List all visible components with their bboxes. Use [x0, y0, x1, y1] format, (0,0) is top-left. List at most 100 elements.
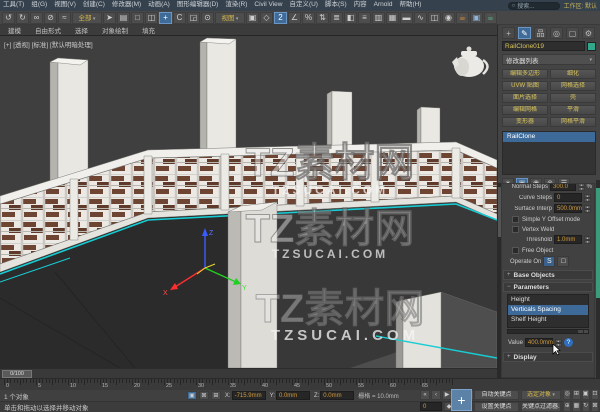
named-selection-icon[interactable]: ≣: [330, 12, 343, 24]
set-key-button[interactable]: 设置关键点: [474, 402, 519, 412]
scene-explorer-icon[interactable]: ▥: [372, 12, 385, 24]
select-rotate-icon[interactable]: C: [173, 12, 186, 24]
select-link-icon[interactable]: ∞: [30, 12, 43, 24]
ribbon-tab[interactable]: 选择: [75, 25, 88, 35]
current-frame-field[interactable]: 0: [420, 402, 442, 411]
select-place-icon[interactable]: ⊙: [201, 12, 214, 24]
operate-on-spline-button[interactable]: S: [543, 256, 555, 267]
select-scale-icon[interactable]: ◲: [187, 12, 200, 24]
rollout-left-scrollbar[interactable]: [498, 183, 501, 378]
modifier-button[interactable]: 细化: [550, 69, 596, 79]
absolute-mode-icon[interactable]: ⊞: [211, 391, 221, 400]
normal-steps-spinner[interactable]: ▲▼: [578, 183, 584, 191]
vertex-weld-checkbox[interactable]: [512, 226, 519, 233]
tab-modify[interactable]: ✎: [518, 27, 531, 39]
normal-steps-field[interactable]: 300.0: [550, 183, 576, 191]
menu-item[interactable]: 脚本(S): [325, 2, 347, 9]
viewport-label[interactable]: [+] [透视] [标准] [默认明暗处理]: [4, 39, 93, 49]
fov-icon[interactable]: ⊕: [563, 401, 571, 412]
use-pivot-icon[interactable]: ▣: [246, 12, 259, 24]
menu-item[interactable]: 自定义(U): [289, 2, 318, 9]
material-editor-icon[interactable]: ◉: [442, 12, 455, 24]
percent-snap-icon[interactable]: %: [302, 12, 315, 24]
layer-manager-icon[interactable]: ▦: [386, 12, 399, 24]
curve-editor-icon[interactable]: ∿: [414, 12, 427, 24]
isolate-selection-icon[interactable]: ▣: [187, 391, 197, 400]
curve-steps-field[interactable]: 0: [554, 193, 582, 202]
modifier-button[interactable]: UVW 贴图: [502, 81, 548, 91]
parameter-item[interactable]: Shelf Height: [508, 315, 588, 325]
select-by-name-icon[interactable]: ▤: [117, 12, 130, 24]
threshold-spinner[interactable]: ▲▼: [584, 236, 591, 244]
schematic-view-icon[interactable]: ◫: [428, 12, 441, 24]
modifier-button[interactable]: 变形器: [502, 117, 548, 127]
window-crossing-icon[interactable]: ◫: [145, 12, 158, 24]
modifier-stack-item[interactable]: RailClone: [503, 132, 595, 142]
zoom-extents-icon[interactable]: ▣: [582, 389, 590, 400]
modifier-button[interactable]: 编辑网格: [502, 105, 548, 115]
select-object-icon[interactable]: ➤: [103, 12, 116, 24]
simple-y-offset-checkbox[interactable]: [512, 216, 519, 223]
time-slider-handle[interactable]: 0/100: [2, 370, 32, 378]
bind-space-warp-icon[interactable]: ≈: [58, 12, 71, 24]
modifier-button[interactable]: 面片选择: [502, 93, 548, 103]
object-color-swatch[interactable]: [587, 42, 596, 51]
rect-selection-region-icon[interactable]: □: [131, 12, 144, 24]
ribbon-tab[interactable]: 对象绘制: [102, 25, 128, 35]
surface-interp-spinner[interactable]: ▲▼: [584, 205, 591, 213]
help-icon[interactable]: ?: [564, 338, 573, 347]
rollout-display[interactable]: + Display: [503, 352, 593, 362]
align-icon[interactable]: ≡: [358, 12, 371, 24]
auto-key-button[interactable]: 自动关键点: [474, 390, 519, 400]
modifier-list-dropdown[interactable]: 修改器列表 ▾: [502, 54, 596, 65]
redo-icon[interactable]: ↻: [16, 12, 29, 24]
curve-steps-spinner[interactable]: ▲▼: [584, 194, 591, 202]
parameter-item[interactable]: Height: [508, 295, 588, 305]
tab-motion[interactable]: ◎: [550, 27, 563, 39]
modifier-button[interactable]: 壳: [550, 93, 596, 103]
set-keys-button[interactable]: +: [451, 389, 472, 411]
pan-icon[interactable]: ▦: [572, 401, 580, 412]
ref-coord-dropdown[interactable]: 视图: [215, 12, 245, 24]
angle-snap-icon[interactable]: ∠: [288, 12, 301, 24]
go-to-start-button[interactable]: «: [420, 390, 430, 400]
rollout-base-objects[interactable]: + Base Objects: [503, 270, 593, 280]
spinner-snap-icon[interactable]: ⇅: [316, 12, 329, 24]
free-object-checkbox[interactable]: [512, 247, 519, 254]
surface-interp-field[interactable]: 500.0mm: [554, 204, 582, 213]
tab-display[interactable]: ▢: [566, 27, 579, 39]
ribbon-tab[interactable]: 填充: [142, 25, 155, 35]
zoom-icon[interactable]: ◎: [563, 389, 571, 400]
parameters-hscrollbar[interactable]: [507, 329, 589, 334]
z-coordinate-field[interactable]: 0.0mm: [320, 391, 354, 400]
menu-item[interactable]: 动画(A): [148, 2, 170, 9]
menu-item[interactable]: 图形编辑器(D): [177, 2, 219, 9]
unlink-selection-icon[interactable]: ⊘: [44, 12, 57, 24]
zoom-all-icon[interactable]: ⊞: [572, 389, 580, 400]
mirror-icon[interactable]: ◧: [344, 12, 357, 24]
select-manipulate-icon[interactable]: ◇: [260, 12, 273, 24]
ribbon-toggle-icon[interactable]: ▬: [400, 12, 413, 24]
rollout-parameters[interactable]: − Parameters: [503, 282, 593, 292]
render-setup-icon[interactable]: ☕: [456, 12, 469, 24]
menu-item[interactable]: Arnold: [374, 2, 393, 9]
x-coordinate-field[interactable]: -715.9mm: [232, 391, 266, 400]
lock-selection-icon[interactable]: ⊠: [199, 391, 209, 400]
modifier-button[interactable]: 网格选择: [550, 81, 596, 91]
tab-hierarchy[interactable]: 品: [534, 27, 547, 39]
rollout-right-scrollbar[interactable]: [596, 180, 600, 378]
timeline-ruler[interactable]: 05101520253035404550556065: [0, 378, 600, 390]
modifier-button[interactable]: 编辑多边形: [502, 69, 548, 79]
rendered-frame-icon[interactable]: ▣: [470, 12, 483, 24]
menu-item[interactable]: 渲染(R): [225, 2, 247, 9]
tab-utilities[interactable]: ⚙: [582, 27, 595, 39]
menu-item[interactable]: 帮助(H): [399, 2, 421, 9]
operate-on-mesh-button[interactable]: □: [557, 256, 569, 267]
snaps-toggle-icon[interactable]: 2: [274, 12, 287, 24]
value-field[interactable]: 400.0mm: [525, 338, 553, 347]
menu-item[interactable]: 修改器(M): [112, 2, 141, 9]
time-slider-track[interactable]: 0/100: [0, 368, 497, 378]
orbit-icon[interactable]: ↻: [582, 401, 590, 412]
selection-filter-dropdown[interactable]: 全部: [72, 12, 102, 24]
ribbon-tab[interactable]: 建模: [8, 25, 21, 35]
